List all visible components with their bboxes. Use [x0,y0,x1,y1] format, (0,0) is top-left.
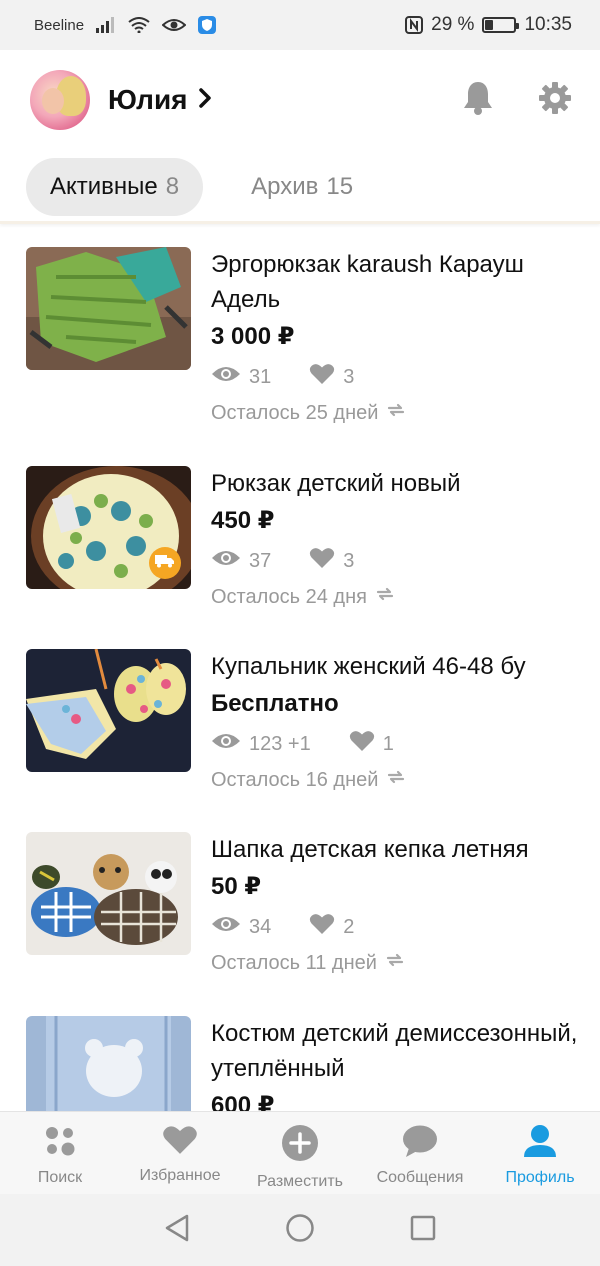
profile-icon [522,1124,558,1163]
heart-icon [349,730,375,758]
listing-price: Бесплатно [211,690,339,717]
listing-remaining: Осталось 25 дней [211,396,580,430]
nav-label: Сообщения [376,1169,464,1186]
heart-icon [309,363,335,391]
listing-remaining: Осталось 16 дней [211,763,580,797]
truck-icon [155,554,175,573]
nav-label: Разместить [256,1173,344,1190]
listing-title[interactable]: Купальник женский 46-48 бу [211,649,580,684]
likes-count: 1 [382,732,394,755]
eye-icon [211,364,241,390]
carrier-name: Beeline [34,16,85,34]
heart-icon [309,913,335,941]
tab-archive[interactable]: Архив 15 [227,158,377,216]
gear-icon[interactable] [538,81,572,120]
signal-icon [96,17,116,33]
listing-stats: 123 +1 1 [211,727,580,761]
nav-favorites[interactable]: Избранное [120,1112,240,1194]
eye-icon [211,914,241,940]
likes-count: 2 [343,915,355,938]
username: Юлия [108,84,188,115]
tab-label: Активные [50,172,158,200]
remaining-text: Осталось 16 дней [211,768,379,791]
listing-remaining: Осталось 11 дней [211,946,580,980]
heart-icon [162,1124,198,1161]
listing-tabs: Активные 8 Архив 15 [0,152,600,224]
delivery-badge [149,547,181,579]
listing-photo[interactable] [26,1016,191,1111]
battery-percent: 29 % [431,14,475,35]
likes-count: 3 [343,549,355,572]
profile-name-link[interactable]: Юлия [108,84,212,116]
nfc-icon [405,16,424,34]
views-count: 37 [249,549,272,572]
system-navigation-bar [0,1194,600,1266]
profile-header: Юлия [0,50,600,150]
nav-label: Профиль [505,1169,575,1186]
nav-profile[interactable]: Профиль [480,1112,600,1194]
listing-price: 450 ₽ [211,507,275,534]
battery-icon [482,17,520,33]
renew-icon[interactable] [386,768,406,792]
bottom-navigation: Поиск Избранное Разместить Сообщения Про… [0,1111,600,1194]
home-icon[interactable] [285,1213,315,1248]
shield-app-icon [198,16,217,34]
views-count: 123 +1 [249,732,311,755]
listing-stats: 37 3 [211,544,580,578]
listing-stats: 31 3 [211,360,580,394]
tab-count: 15 [326,172,354,200]
renew-icon[interactable] [375,585,395,609]
views-count: 31 [249,365,272,388]
nav-messages[interactable]: Сообщения [360,1112,480,1194]
likes-count: 3 [343,365,355,388]
remaining-text: Осталось 24 дня [211,585,367,608]
back-icon[interactable] [163,1213,191,1248]
listings-list: Эргорюкзак karaush Карауш Адель 3 000 ₽ … [0,226,600,1111]
listing-photo[interactable] [26,247,191,370]
avatar[interactable] [30,70,90,130]
listing-title[interactable]: Рюкзак детский новый [211,466,580,501]
views-count: 34 [249,915,272,938]
tab-count: 8 [165,172,180,200]
listing-price: 50 ₽ [211,873,262,900]
battery-level-fill [485,20,494,30]
listing-stats: 34 2 [211,910,580,944]
search-dots-icon [43,1124,77,1163]
tab-label: Архив [251,172,319,200]
heart-icon [309,547,335,575]
eye-icon [211,731,241,757]
nav-label: Избранное [139,1167,221,1184]
listing-title[interactable]: Костюм детский демиссезонный, утеплённый [211,1016,580,1086]
listing-photo[interactable] [26,649,191,772]
status-bar: Beeline 29 % 10:35 [0,0,600,50]
nav-post[interactable]: Разместить [240,1112,360,1194]
renew-icon[interactable] [386,401,406,425]
listing-title[interactable]: Эргорюкзак karaush Карауш Адель [211,247,580,317]
nav-label: Поиск [37,1169,83,1186]
clock: 10:35 [524,14,572,35]
remaining-text: Осталось 11 дней [211,951,377,974]
eye-comfort-icon [162,17,187,33]
tab-active[interactable]: Активные 8 [26,157,204,216]
remaining-text: Осталось 25 дней [211,401,379,424]
listing-photo[interactable] [26,466,191,589]
listing-remaining: Осталось 24 дня [211,580,580,614]
recents-icon[interactable] [409,1214,437,1247]
wifi-icon [128,17,150,33]
listing-title[interactable]: Шапка детская кепка летняя [211,832,580,867]
chevron-right-icon [198,84,212,116]
nav-search[interactable]: Поиск [0,1112,120,1194]
chat-icon [401,1124,439,1163]
bell-icon[interactable] [462,80,494,121]
renew-icon[interactable] [385,951,405,975]
listing-price: 600 ₽ [211,1092,275,1111]
plus-circle-icon [281,1124,319,1167]
listing-price: 3 000 ₽ [211,323,295,350]
listing-photo[interactable] [26,832,191,955]
eye-icon [211,548,241,574]
